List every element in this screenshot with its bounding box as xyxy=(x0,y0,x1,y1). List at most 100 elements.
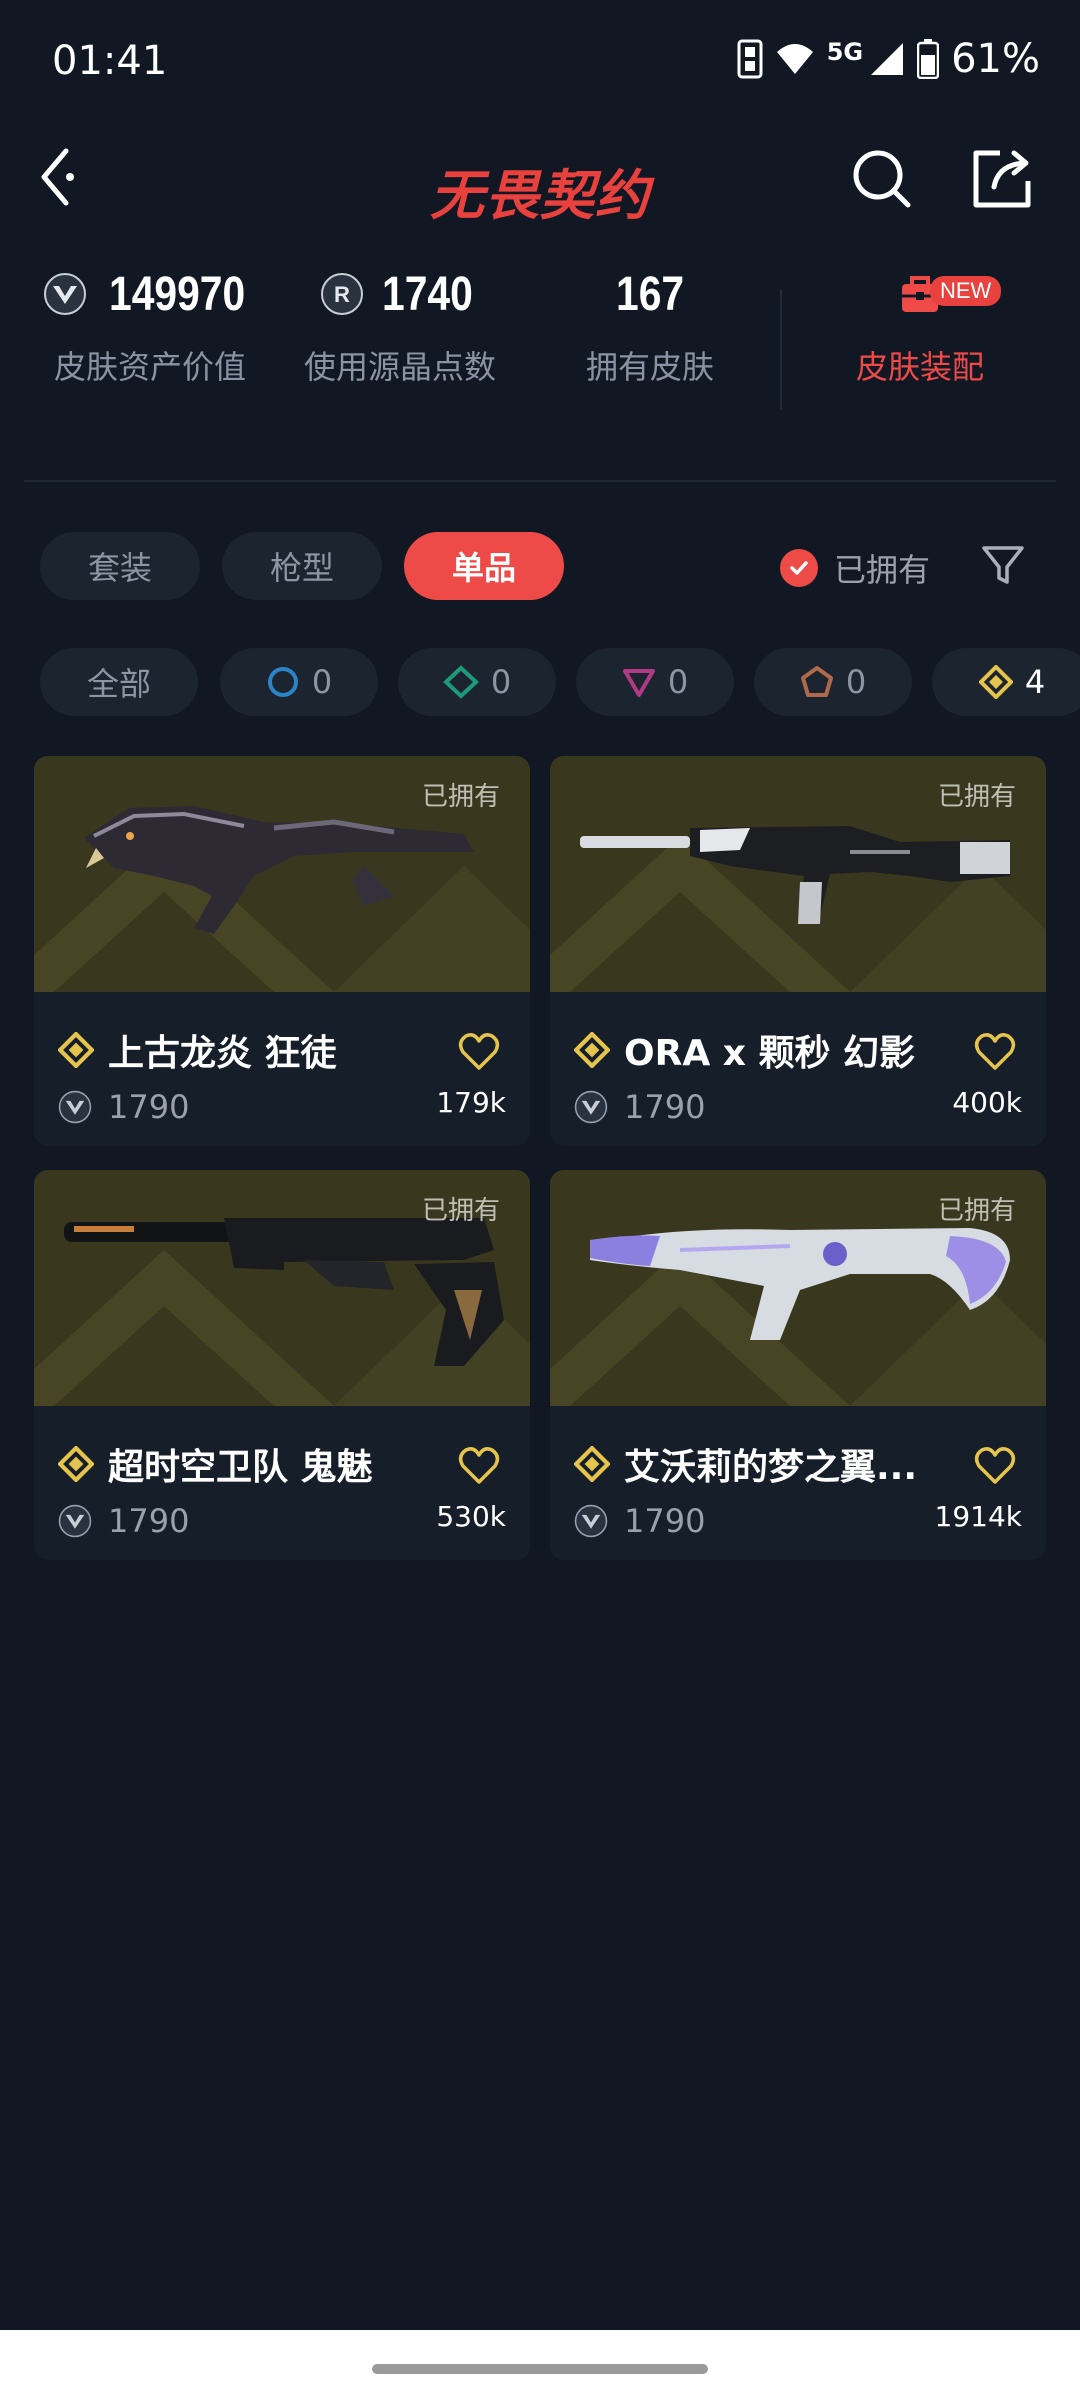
exclusive-tier-icon xyxy=(58,1446,94,1482)
new-badge: NEW xyxy=(930,276,1002,306)
valorant-points-icon xyxy=(43,273,86,315)
tier-deluxe[interactable]: 0 xyxy=(398,648,556,716)
home-indicator[interactable] xyxy=(372,2364,708,2374)
battery-icon xyxy=(917,39,940,79)
select-tier-icon xyxy=(267,667,298,697)
skin-image: 已拥有 xyxy=(550,1170,1046,1406)
owned-tag: 已拥有 xyxy=(421,1196,500,1226)
battery-level: 61% xyxy=(951,36,1040,82)
outfit-label: 皮肤装配 xyxy=(855,348,984,386)
card-title-row: 上古龙炎 狂徒 xyxy=(58,1024,498,1076)
card-title-row: ORA x 颗秒 幻影 xyxy=(574,1024,1014,1076)
owned-tag: 已拥有 xyxy=(937,1196,1016,1226)
search-icon[interactable] xyxy=(850,147,914,211)
owned-tag: 已拥有 xyxy=(421,782,500,812)
stats-panel: 149970 皮肤资产价值 R 1740 使用源晶点数 167 拥有皮肤 NEW… xyxy=(0,260,1080,440)
wifi-icon xyxy=(776,44,813,74)
skin-price: 1790 xyxy=(624,1088,706,1126)
exclusive-tier-icon xyxy=(574,1032,610,1068)
skin-price: 1790 xyxy=(624,1502,706,1540)
skin-card[interactable]: 已拥有 ORA x 颗秒 幻影 1790 400k xyxy=(550,756,1046,1146)
stats-divider xyxy=(780,290,782,410)
skin-image: 已拥有 xyxy=(34,756,530,992)
tab-single-item[interactable]: 单品 xyxy=(404,532,564,600)
favorite-count: 530k xyxy=(436,1500,506,1533)
valorant-points-icon xyxy=(574,1090,608,1124)
valorant-points-icon xyxy=(574,1504,608,1538)
heart-icon[interactable] xyxy=(974,1032,1016,1072)
radianite-value: 1740 xyxy=(381,267,473,321)
card-title-row: 艾沃莉的梦之翼... xyxy=(574,1438,1014,1490)
exclusive-tier-icon xyxy=(58,1032,94,1068)
nfc-icon xyxy=(737,39,763,79)
radianite-label: 使用源晶点数 xyxy=(303,348,496,386)
share-icon[interactable] xyxy=(970,147,1034,211)
check-icon xyxy=(780,549,818,587)
network-type: 5G xyxy=(826,38,864,66)
favorite-count: 400k xyxy=(952,1086,1022,1119)
ultra-tier-icon xyxy=(800,666,833,697)
tier-filter-row: 全部 0 0 0 0 4 xyxy=(40,648,1080,716)
valorant-points-icon xyxy=(58,1090,92,1124)
premium-tier-icon xyxy=(622,669,655,697)
valorant-points-icon xyxy=(58,1504,92,1538)
asset-value: 149970 xyxy=(108,267,246,321)
stat-radianite: R 1740 使用源晶点数 xyxy=(290,260,510,388)
section-divider xyxy=(24,480,1056,482)
outfit-button[interactable]: NEW 皮肤装配 xyxy=(810,260,1030,388)
tab-bundle[interactable]: 套装 xyxy=(40,532,200,600)
tier-ultra[interactable]: 0 xyxy=(754,648,912,716)
tier-select-count: 0 xyxy=(311,663,333,701)
tab-weapon-type[interactable]: 枪型 xyxy=(222,532,382,600)
stat-asset-value: 149970 皮肤资产价值 xyxy=(40,260,260,388)
price-row: 1790 xyxy=(574,1502,705,1540)
page-title: 无畏契约 xyxy=(430,164,650,227)
svg-text:R: R xyxy=(334,282,350,307)
heart-icon[interactable] xyxy=(458,1446,500,1486)
skin-title: 艾沃莉的梦之翼... xyxy=(624,1447,918,1488)
skin-price: 1790 xyxy=(108,1088,190,1126)
owned-tag: 已拥有 xyxy=(937,782,1016,812)
app-header: 无畏契约 xyxy=(0,125,1080,235)
favorite-count: 179k xyxy=(436,1086,506,1119)
tier-ultra-count: 0 xyxy=(845,663,867,701)
status-bar: 01:41 5G 61% xyxy=(0,0,1080,125)
status-time: 01:41 xyxy=(52,38,168,84)
card-title-row: 超时空卫队 鬼魅 xyxy=(58,1438,498,1490)
asset-value-label: 皮肤资产价值 xyxy=(53,348,246,386)
tier-select[interactable]: 0 xyxy=(220,648,378,716)
skin-image: 已拥有 xyxy=(550,756,1046,992)
tier-exclusive[interactable]: 4 xyxy=(932,648,1080,716)
skins-owned-label: 拥有皮肤 xyxy=(585,348,714,386)
owned-filter-toggle[interactable]: 已拥有 xyxy=(780,536,930,600)
price-row: 1790 xyxy=(574,1088,705,1126)
skin-title: ORA x 颗秒 幻影 xyxy=(624,1033,916,1074)
price-row: 1790 xyxy=(58,1502,189,1540)
owned-filter-label: 已拥有 xyxy=(834,551,931,589)
favorite-count: 1914k xyxy=(934,1500,1022,1533)
skin-image: 已拥有 xyxy=(34,1170,530,1406)
heart-icon[interactable] xyxy=(974,1446,1016,1486)
exclusive-tier-icon xyxy=(574,1446,610,1482)
skin-card[interactable]: 已拥有 上古龙炎 狂徒 1790 179k xyxy=(34,756,530,1146)
skin-title: 超时空卫队 鬼魅 xyxy=(108,1447,373,1488)
filter-icon[interactable] xyxy=(978,540,1028,590)
skin-title: 上古龙炎 狂徒 xyxy=(108,1033,337,1074)
exclusive-tier-icon xyxy=(978,665,1013,699)
radianite-icon: R xyxy=(320,273,363,315)
skin-card[interactable]: 已拥有 超时空卫队 鬼魅 1790 530k xyxy=(34,1170,530,1560)
deluxe-tier-icon xyxy=(442,665,479,699)
status-icons: 5G 61% xyxy=(737,36,1040,82)
signal-icon xyxy=(871,43,904,75)
price-row: 1790 xyxy=(58,1088,189,1126)
heart-icon[interactable] xyxy=(458,1032,500,1072)
skin-card[interactable]: 已拥有 艾沃莉的梦之翼... 1790 1914k xyxy=(550,1170,1046,1560)
stat-skins-owned: 167 拥有皮肤 xyxy=(540,260,760,388)
skin-price: 1790 xyxy=(108,1502,190,1540)
tier-premium[interactable]: 0 xyxy=(576,648,734,716)
navigation-bar xyxy=(0,2330,1080,2400)
tier-exclusive-count: 4 xyxy=(1024,663,1046,701)
tier-all-label: 全部 xyxy=(86,665,151,703)
tier-deluxe-count: 0 xyxy=(490,663,512,701)
tier-all[interactable]: 全部 xyxy=(40,648,198,716)
